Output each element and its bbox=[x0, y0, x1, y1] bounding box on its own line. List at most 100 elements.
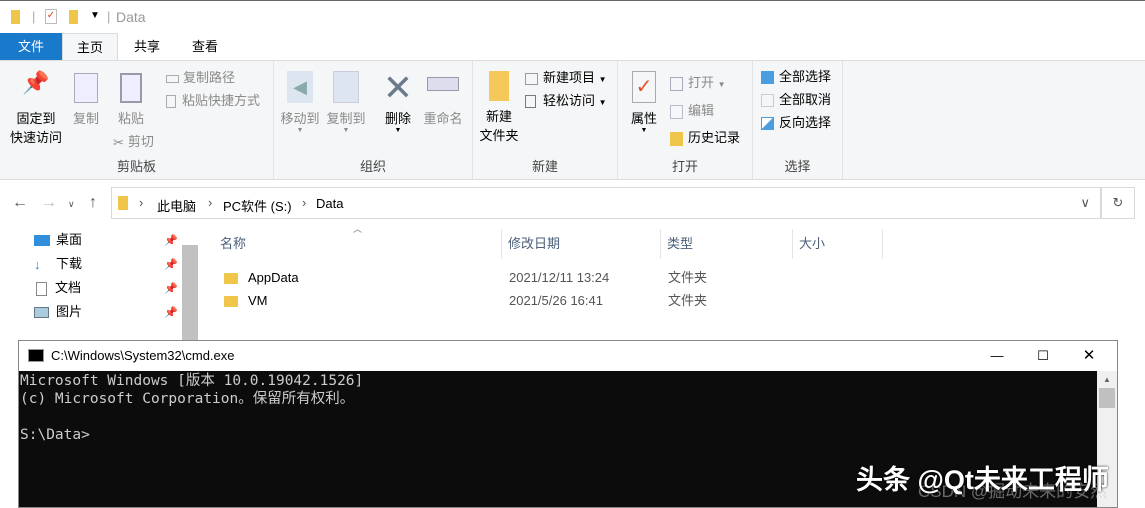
folder-icon bbox=[11, 10, 20, 24]
rename-button[interactable]: 重命名 bbox=[420, 71, 466, 128]
copy-path-button[interactable]: 复制路径 bbox=[166, 67, 235, 89]
pin-quick-access-button[interactable]: 📌 固定到 快速访问 bbox=[6, 70, 66, 147]
folder-icon bbox=[118, 196, 128, 210]
invert-selection-button[interactable]: 反向选择 bbox=[761, 112, 831, 134]
clipboard-icon bbox=[120, 73, 142, 103]
breadcrumb-data[interactable]: Data bbox=[316, 196, 343, 211]
window-title: Data bbox=[116, 9, 146, 25]
tab-file[interactable]: 文件 bbox=[0, 33, 62, 61]
nav-scrollbar[interactable] bbox=[182, 245, 198, 340]
history-icon bbox=[670, 131, 683, 146]
pin-icon: 📌 bbox=[164, 259, 178, 271]
group-open: ✓ 属性 ▼ 打开 ▼ 编辑 历史记录 打开 bbox=[618, 61, 753, 179]
select-none-icon bbox=[761, 94, 774, 108]
copy-to-button[interactable]: 复制到 ▼ bbox=[324, 71, 368, 134]
scroll-up-icon[interactable]: ▲ bbox=[1097, 375, 1117, 384]
invert-selection-icon bbox=[761, 117, 774, 131]
document-icon bbox=[36, 281, 47, 296]
breadcrumb-drive[interactable]: PC软件 (S:) bbox=[223, 196, 292, 215]
properties-quick-icon[interactable]: ✓ bbox=[45, 9, 57, 24]
forward-arrow-icon[interactable]: → bbox=[41, 194, 57, 212]
move-to-button[interactable]: ◀ 移动到 ▼ bbox=[278, 71, 322, 134]
easy-access-button[interactable]: 轻松访问 ▼ bbox=[525, 90, 607, 112]
refresh-icon: ↻ bbox=[1112, 195, 1124, 210]
nav-item-documents[interactable]: 文档 bbox=[34, 277, 81, 299]
desktop-icon bbox=[34, 235, 50, 247]
history-button[interactable]: 历史记录 bbox=[670, 127, 740, 149]
new-folder-quick-icon[interactable] bbox=[69, 10, 78, 24]
easy-access-icon bbox=[525, 95, 536, 109]
edit-button[interactable]: 编辑 bbox=[670, 100, 714, 122]
nav-item-pictures[interactable]: 图片 bbox=[34, 301, 82, 323]
column-header-modified[interactable]: 修改日期 bbox=[502, 229, 661, 259]
breadcrumb-this-pc[interactable]: 此电脑 bbox=[157, 196, 196, 215]
copy-to-icon bbox=[333, 71, 359, 103]
select-all-icon bbox=[761, 71, 774, 85]
cut-button[interactable]: ✂ 剪切 bbox=[113, 131, 154, 153]
select-all-button[interactable]: 全部选择 bbox=[761, 66, 831, 88]
group-select: 全部选择 全部取消 反向选择 选择 bbox=[753, 61, 843, 179]
folder-icon bbox=[224, 273, 238, 285]
move-to-icon: ◀ bbox=[287, 71, 313, 103]
column-header-type[interactable]: 类型 bbox=[661, 229, 793, 259]
copy-button[interactable]: 复制 bbox=[68, 73, 104, 128]
maximize-button[interactable]: ☐ bbox=[1020, 341, 1066, 371]
copy-icon bbox=[74, 73, 98, 103]
pin-icon: 📌 bbox=[22, 70, 50, 95]
recent-dropdown-icon[interactable]: ∨ bbox=[68, 199, 75, 210]
properties-button[interactable]: ✓ 属性 ▼ bbox=[624, 71, 664, 134]
pin-icon: 📌 bbox=[164, 307, 178, 319]
scroll-thumb[interactable] bbox=[1099, 388, 1115, 408]
quick-access-dropdown-icon[interactable]: ▼ bbox=[90, 10, 100, 21]
delete-button[interactable]: ✕ 删除 ▼ bbox=[378, 67, 418, 135]
nav-item-desktop[interactable]: 桌面 bbox=[34, 229, 82, 251]
address-dropdown-icon[interactable]: ∨ bbox=[1080, 195, 1090, 211]
cmd-title: C:\Windows\System32\cmd.exe bbox=[51, 348, 235, 363]
folder-icon bbox=[224, 296, 238, 308]
properties-check-icon: ✓ bbox=[632, 71, 656, 103]
paste-shortcut-button[interactable]: 粘贴快捷方式 bbox=[166, 90, 260, 112]
title-bar: | ✓ ▼ | Data bbox=[0, 0, 1145, 33]
open-icon bbox=[670, 76, 683, 91]
up-arrow-icon[interactable]: ↑ bbox=[89, 194, 97, 212]
paste-button[interactable]: 粘贴 bbox=[112, 73, 150, 128]
pin-icon: 📌 bbox=[164, 235, 178, 247]
shortcut-icon bbox=[166, 95, 176, 109]
new-folder-icon bbox=[489, 71, 509, 101]
group-organize: ◀ 移动到 ▼ 复制到 ▼ ✕ 删除 ▼ 重命名 组织 bbox=[274, 61, 473, 179]
cmd-icon bbox=[28, 349, 44, 362]
tab-home[interactable]: 主页 bbox=[62, 33, 118, 62]
rename-icon bbox=[427, 77, 459, 91]
watermark: 头条 @Qt未来工程师 bbox=[856, 465, 1109, 495]
file-row[interactable]: AppData 2021/12/11 13:24 文件夹 bbox=[214, 267, 894, 289]
back-arrow-icon[interactable]: ← bbox=[12, 194, 28, 212]
nav-item-downloads[interactable]: ↓ 下载 bbox=[34, 253, 82, 275]
ribbon: 📌 固定到 快速访问 复制 粘贴 复制路径 粘贴快捷方式 ✂ 剪切 剪贴板 ◀ 移… bbox=[0, 60, 1145, 180]
pin-icon: 📌 bbox=[164, 283, 178, 295]
download-arrow-icon: ↓ bbox=[34, 256, 41, 272]
new-item-button[interactable]: 新建项目 ▼ bbox=[525, 67, 607, 89]
open-button[interactable]: 打开 ▼ bbox=[670, 72, 726, 94]
scissors-icon: ✂ bbox=[113, 134, 124, 150]
file-row[interactable]: VM 2021/5/26 16:41 文件夹 bbox=[214, 290, 894, 312]
new-folder-button[interactable]: 新建 文件夹 bbox=[477, 71, 521, 145]
address-bar[interactable]: › 此电脑 › PC软件 (S:) › Data ∨ bbox=[111, 187, 1101, 219]
group-clipboard: 📌 固定到 快速访问 复制 粘贴 复制路径 粘贴快捷方式 ✂ 剪切 剪贴板 bbox=[0, 61, 274, 179]
path-icon bbox=[166, 74, 179, 83]
group-new: 新建 文件夹 新建项目 ▼ 轻松访问 ▼ 新建 bbox=[473, 61, 618, 179]
column-header-name[interactable]: 名称 bbox=[214, 229, 502, 259]
ribbon-tabs: 文件 主页 共享 查看 bbox=[0, 33, 1145, 62]
picture-icon bbox=[34, 307, 49, 319]
new-item-icon bbox=[525, 72, 538, 85]
edit-icon bbox=[670, 104, 683, 119]
column-header-size[interactable]: 大小 bbox=[793, 229, 883, 259]
navigation-pane: 桌面 ↓ 下载 文档 图片 📌 📌 📌 📌 bbox=[0, 225, 198, 340]
tab-share[interactable]: 共享 bbox=[118, 33, 176, 61]
close-button[interactable]: ✕ bbox=[1066, 341, 1112, 371]
tab-view[interactable]: 查看 bbox=[176, 33, 234, 61]
delete-x-icon: ✕ bbox=[382, 67, 414, 108]
minimize-button[interactable]: — bbox=[974, 341, 1020, 371]
select-none-button[interactable]: 全部取消 bbox=[761, 89, 831, 111]
cmd-title-bar[interactable]: C:\Windows\System32\cmd.exe — ☐ ✕ bbox=[19, 341, 1117, 371]
refresh-button[interactable]: ↻ bbox=[1101, 187, 1135, 219]
